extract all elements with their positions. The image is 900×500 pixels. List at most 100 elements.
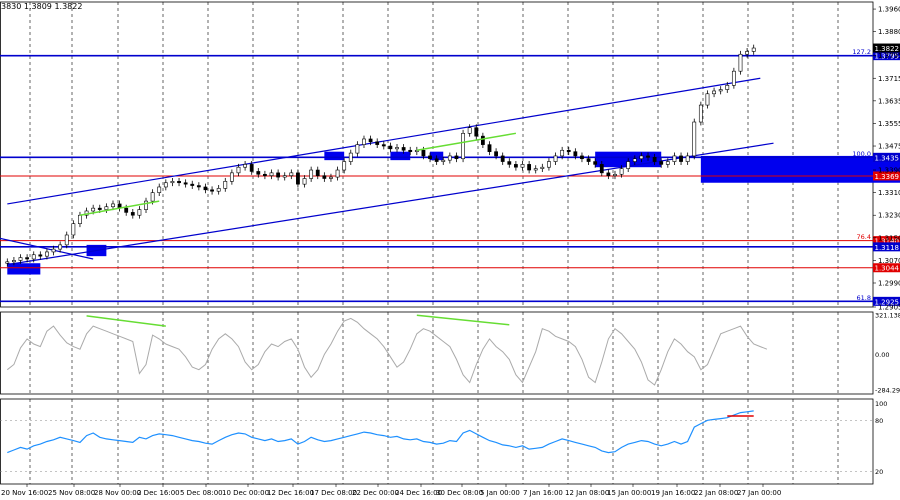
- candle-body-108: [718, 89, 723, 92]
- candle-body-73: [487, 144, 492, 152]
- candle-body-45: [302, 178, 307, 185]
- cci-divergence-1: [416, 314, 510, 326]
- candle-body-33: [223, 181, 228, 189]
- candle-body-42: [282, 175, 287, 178]
- candle-body-23: [157, 186, 162, 193]
- price-tick-label: 1.2990: [878, 279, 900, 287]
- candle-body-111: [738, 53, 743, 72]
- price-tick-label: 1.3475: [878, 143, 900, 151]
- time-tick-label: 10 Dec 00:00: [222, 489, 269, 497]
- price-tick-label: 1.3150: [878, 234, 900, 242]
- level-pct-label: 76.4: [857, 233, 871, 241]
- candle-body-8: [58, 244, 63, 250]
- price-tick-label: 1.3635: [878, 97, 900, 105]
- candle-body-39: [263, 173, 267, 176]
- candle-body-6: [45, 251, 49, 257]
- candle-body-82: [547, 161, 551, 168]
- candle-body-37: [249, 164, 254, 172]
- time-tick-label: 19 Jan 16:00: [651, 489, 695, 497]
- candle-body-2: [18, 257, 23, 261]
- candle-body-51: [342, 161, 347, 171]
- time-tick-label: 22 Jan 08:00: [694, 489, 738, 497]
- time-tick-label: 5 Dec 08:00: [180, 489, 223, 497]
- candle-body-66: [441, 159, 446, 162]
- candle-body-64: [428, 155, 432, 160]
- candle-body-107: [712, 90, 716, 95]
- candle-body-109: [725, 85, 730, 90]
- rsi-tick-label: 100: [875, 400, 887, 408]
- price-tick-label: 1.3880: [878, 28, 900, 36]
- cci-divergence-0: [86, 315, 166, 327]
- price-tick-label: 1.3960: [878, 6, 900, 14]
- candle-body-11: [78, 214, 82, 224]
- forex-chart: 127.21.3795100.01.34351.336976.41.31401.…: [0, 1, 900, 497]
- candle-body-105: [698, 104, 703, 123]
- candle-body-67: [447, 155, 452, 161]
- price-tick-label: 1.3555: [878, 120, 900, 128]
- candle-body-36: [243, 164, 247, 168]
- candle-body-110: [731, 70, 736, 86]
- level-price-label: 1.3044: [875, 265, 900, 273]
- time-tick-label: 25 Nov 08:00: [48, 489, 95, 497]
- candle-body-74: [494, 151, 498, 157]
- rsi-tick-label: 20: [875, 468, 883, 476]
- time-tick-label: 20 Nov 16:00: [1, 489, 48, 497]
- candle-body-25: [170, 181, 175, 184]
- candle-body-48: [322, 175, 327, 179]
- candle-body-94: [626, 161, 631, 169]
- candle-body-55: [368, 138, 373, 143]
- candle-body-14: [97, 207, 102, 210]
- candle-body-57: [381, 144, 386, 147]
- price-tick-label: 1.3310: [878, 189, 900, 197]
- candle-body-86: [573, 151, 578, 157]
- cci-line: [6, 317, 768, 386]
- time-tick-label: 22 Dec 00:00: [352, 489, 399, 497]
- candle-body-10: [71, 223, 76, 236]
- candle-body-102: [679, 155, 683, 162]
- candle-body-61: [408, 149, 413, 152]
- candle-body-0: [5, 261, 10, 264]
- candle-body-71: [474, 127, 479, 137]
- candle-body-18: [124, 207, 129, 213]
- candle-body-77: [514, 164, 518, 168]
- candle-body-88: [586, 158, 591, 162]
- level-pct-label: 61.8: [857, 294, 871, 302]
- panel-frame-1: [0, 311, 874, 395]
- candle-body-5: [38, 254, 43, 257]
- candle-body-49: [329, 176, 333, 179]
- time-tick-label: 7 Jan 16:00: [523, 489, 563, 497]
- time-tick-label: 17 Dec 08:00: [310, 489, 357, 497]
- rsi-panel: 100 80 20: [0, 400, 887, 476]
- candle-body-93: [619, 168, 624, 175]
- time-tick-label: 5 Jan 00:00: [480, 489, 520, 497]
- candle-body-32: [216, 188, 221, 192]
- time-axis: 20 Nov 16:00 25 Nov 08:0028 Nov 00:002 De…: [1, 484, 781, 497]
- candle-body-15: [104, 206, 109, 210]
- candle-body-112: [745, 51, 749, 55]
- candle-body-104: [692, 121, 697, 157]
- zone-0: [7, 263, 41, 275]
- time-tick-label: 12 Dec 16:00: [267, 489, 314, 497]
- candle-body-26: [177, 181, 181, 184]
- candle-body-72: [480, 135, 485, 145]
- candle-body-95: [632, 158, 637, 162]
- candle-body-100: [665, 161, 670, 165]
- zone-2: [324, 151, 345, 161]
- candle-body-46: [309, 169, 314, 179]
- candle-body-27: [183, 182, 188, 185]
- candle-body-81: [540, 166, 545, 169]
- price-tick-label: 1.3715: [878, 75, 900, 83]
- candle-body-50: [335, 169, 340, 178]
- cci-tick-label: -284.290: [875, 387, 900, 395]
- candle-body-69: [461, 133, 465, 160]
- candle-body-80: [533, 168, 538, 171]
- candle-body-75: [500, 155, 505, 162]
- candle-body-99: [659, 161, 664, 165]
- level-pct-label: 100.0: [852, 150, 871, 158]
- rsi-line: [7, 410, 754, 454]
- candle-body-68: [454, 155, 459, 160]
- candle-body-19: [130, 212, 135, 216]
- candle-body-83: [553, 155, 558, 162]
- candle-body-58: [388, 145, 393, 150]
- candle-body-113: [751, 47, 756, 52]
